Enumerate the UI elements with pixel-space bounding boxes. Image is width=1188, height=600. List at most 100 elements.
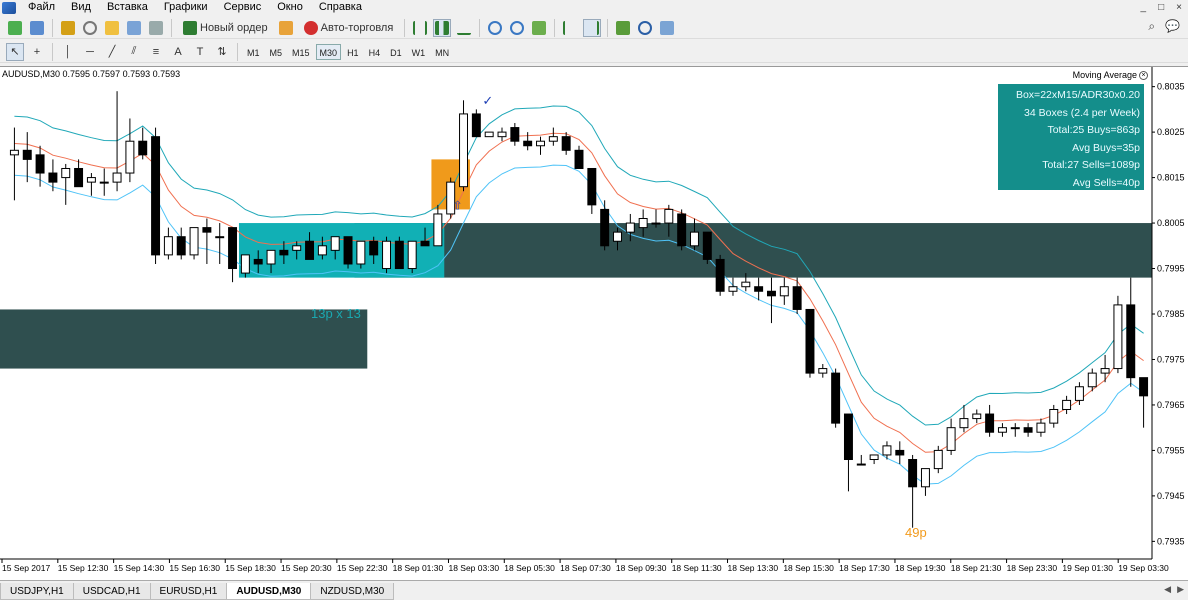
candle-bear [1023,427,1033,433]
tab-usdcad-h1[interactable]: USDCAD,H1 [72,583,151,600]
text-label-button[interactable]: T [191,43,209,61]
tab-audusd-m30[interactable]: AUDUSD,M30 [226,583,312,600]
time-tick-label: 18 Sep 07:30 [560,563,611,573]
candle-bear [138,140,148,156]
time-tick-label: 18 Sep 05:30 [504,563,555,573]
trendline-button[interactable]: ╱ [103,43,121,61]
text-button[interactable]: A [169,43,187,61]
autotrading-button[interactable]: Авто-торговля [299,19,399,37]
search-icon[interactable]: ⌕ [1148,19,1155,34]
candle-bear [253,258,263,265]
arrows-button[interactable]: ⇅ [213,43,231,61]
timeframe-m30[interactable]: M30 [315,43,342,60]
data-window-button[interactable] [81,19,99,37]
crosshair-button[interactable]: + [28,43,46,61]
chart-shift-button[interactable] [583,18,602,37]
navigator-button[interactable] [103,19,121,37]
arrows-icon: ⇅ [217,46,227,58]
candle-bull [240,254,250,274]
time-tick-label: 18 Sep 23:30 [1007,563,1058,573]
channel-button[interactable]: ⫽ [125,43,143,61]
new-order-button[interactable]: Новый ордер [178,19,273,37]
periods-button[interactable] [636,19,654,37]
timeframe-mn[interactable]: MN [431,44,453,60]
profiles-button[interactable] [28,19,46,37]
candle-bull [163,236,173,256]
timeframe-h4[interactable]: H4 [365,44,385,60]
timeframe-m15[interactable]: M15 [288,44,314,60]
candle-bull [920,468,930,488]
candle-bull [1074,386,1084,401]
candle-bull [317,245,327,256]
bar-chart-button[interactable] [411,19,429,37]
candle-bull [651,222,661,225]
candle-bull [497,131,507,138]
menu-tools[interactable]: Сервис [216,0,270,15]
menu-file[interactable]: Файл [20,0,63,15]
candle-bull [779,286,789,297]
tab-eurusd-h1[interactable]: EURUSD,H1 [149,583,228,600]
time-tick-label: 18 Sep 03:30 [448,563,499,573]
autotrading-label: Авто-торговля [320,21,394,34]
tab-scroll-left-icon[interactable]: ◀ [1164,584,1171,595]
candle-bear [766,290,776,297]
close-button[interactable]: × [1176,0,1182,15]
candle-bull [1113,304,1123,370]
vertical-line-button[interactable]: │ [59,43,77,61]
auto-scroll-button[interactable] [561,19,579,37]
line-chart-button[interactable] [455,19,473,37]
terminal-button[interactable] [125,19,143,37]
new-chart-button[interactable] [6,19,24,37]
candle-bull [818,368,828,374]
indicators-button[interactable] [614,19,632,37]
candle-bear [74,167,84,188]
candle-bear [1126,304,1136,379]
menu-view[interactable]: Вид [63,0,99,15]
candle-bear [394,240,404,270]
chart-window[interactable]: ✓ ⇧ 0.8035 0.8025 0.8015 0.8005 0.7995 0.7985 0.… [0,66,1188,580]
timeframe-m1[interactable]: M1 [243,44,264,60]
tab-usdjpy-h1[interactable]: USDJPY,H1 [0,583,74,600]
maximize-button[interactable]: □ [1158,0,1164,15]
tile-windows-button[interactable] [530,19,548,37]
time-tick-label: 18 Sep 01:30 [393,563,444,573]
templates-button[interactable] [658,19,676,37]
zoom-out-button[interactable] [508,19,526,37]
tab-scroll-right-icon[interactable]: ▶ [1177,584,1184,595]
meta-editor-button[interactable] [277,19,295,37]
time-tick-label: 19 Sep 03:30 [1118,563,1169,573]
minimize-button[interactable]: _ [1141,0,1147,15]
timeframe-w1[interactable]: W1 [408,44,430,60]
menu-charts[interactable]: Графики [156,0,216,15]
indicator-name: Moving Average [1072,70,1137,80]
indicator-close-icon[interactable]: × [1139,70,1148,80]
menu-bar: Файл Вид Вставка Графики Сервис Окно Спр… [0,0,1188,15]
candle-bull [613,231,622,242]
fibonacci-button[interactable]: ≡ [147,43,165,61]
chat-icon[interactable]: 💬 [1165,19,1180,34]
horizontal-line-button[interactable]: ─ [81,43,99,61]
candle-bear [895,449,905,456]
candle-bull [112,172,122,183]
menu-window[interactable]: Окно [269,0,311,15]
time-tick-label: 15 Sep 14:30 [114,563,165,573]
candle-bull [189,227,199,256]
line-chart-icon [457,21,472,35]
candle-bear [369,240,379,256]
candle-bull [1049,408,1059,424]
menu-help[interactable]: Справка [311,0,370,15]
candlestick-button[interactable] [433,18,452,37]
timeframe-h1[interactable]: H1 [343,44,363,60]
tab-nzdusd-m30[interactable]: NZDUSD,M30 [310,583,395,600]
cursor-button[interactable]: ↖ [6,42,24,61]
zoom-in-button[interactable] [486,19,504,37]
stats-line: Total:27 Sells=1089p [1042,159,1140,171]
menu-insert[interactable]: Вставка [99,0,156,15]
timeframe-m5[interactable]: M5 [266,44,287,60]
time-tick-label: 15 Sep 12:30 [58,563,109,573]
tester-button[interactable] [147,19,165,37]
candle-bear [831,372,841,424]
candle-bull [625,222,635,233]
timeframe-d1[interactable]: D1 [386,44,406,60]
market-watch-button[interactable] [59,19,77,37]
